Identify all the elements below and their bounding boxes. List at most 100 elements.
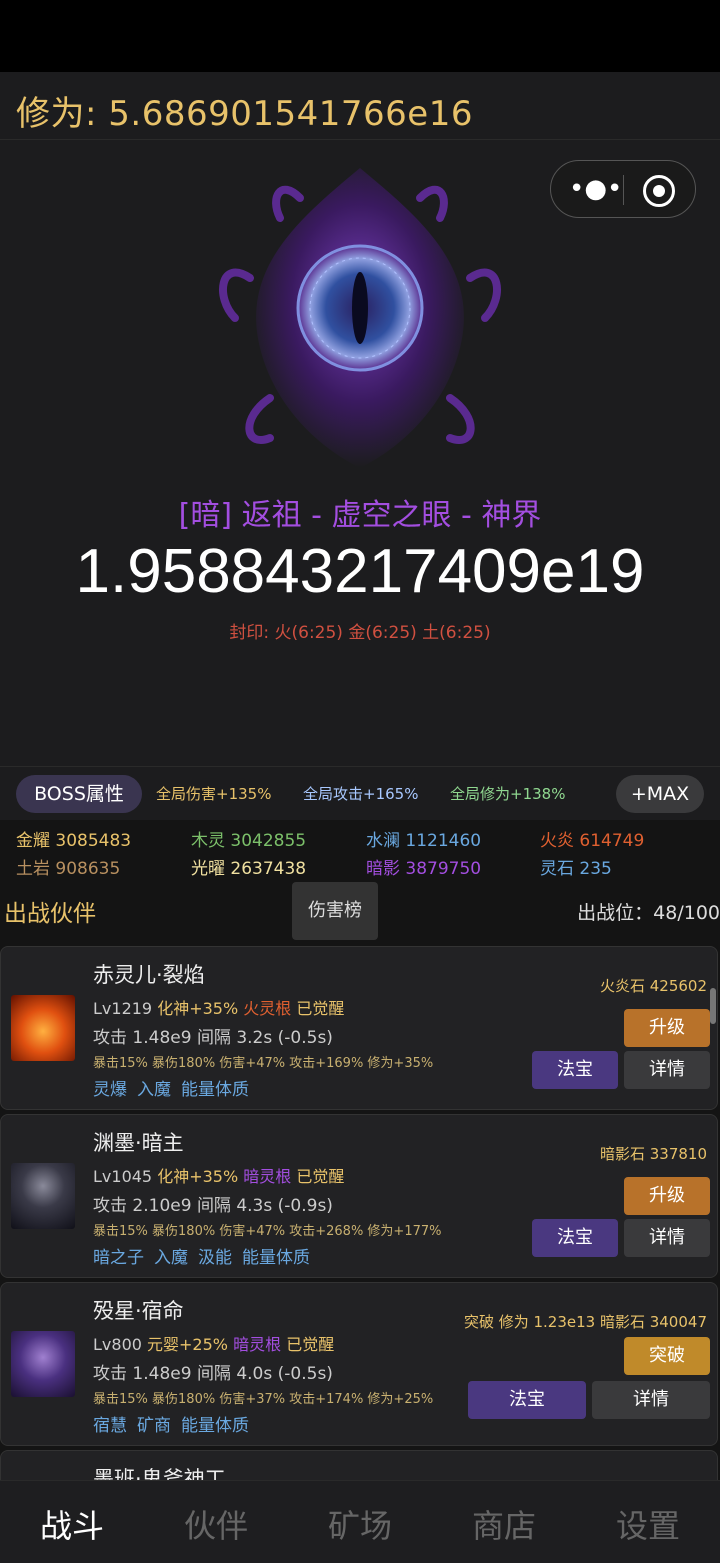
upgrade-button[interactable]: 升级	[624, 1009, 710, 1047]
companion-name: 墨班·鬼斧神工	[93, 1467, 226, 1480]
detail-button[interactable]: 详情	[624, 1051, 710, 1089]
companion-awake: 已觉醒	[286, 1335, 335, 1354]
companion-list[interactable]: 赤灵儿·裂焰 Lv1219 化神+35% 火灵根 已觉醒 攻击 1.48e9 间…	[0, 940, 720, 1480]
resource-value: 3085483	[55, 831, 132, 851]
companion-attack-row: 攻击 2.10e9 间隔 4.3s (-0.9s)	[93, 1191, 333, 1216]
tab-mine[interactable]: 矿场	[288, 1501, 432, 1547]
companion-card[interactable]: 殁星·宿命 Lv800 元婴+25% 暗灵根 已觉醒 攻击 1.48e9 间隔 …	[0, 1282, 718, 1446]
companion-card[interactable]: 墨班·鬼斧神工	[0, 1450, 718, 1480]
companion-tag: 灵爆	[93, 1080, 127, 1100]
boss-area[interactable]: [暗] 返祖 - 虚空之眼 - 神界 1.958843217409e19 封印:…	[0, 140, 720, 766]
resource-item: 暗影 3879750	[366, 854, 481, 879]
resource-label: 暗影	[366, 859, 400, 879]
cultivation-total: 修为: 5.686901541766e16	[16, 94, 473, 134]
companion-level: Lv800	[93, 1335, 142, 1354]
companion-card[interactable]: 赤灵儿·裂焰 Lv1219 化神+35% 火灵根 已觉醒 攻击 1.48e9 间…	[0, 946, 718, 1110]
max-button[interactable]: +MAX	[616, 775, 704, 813]
companion-stone-cost: 火炎石 425602	[599, 977, 707, 995]
companion-tags: 灵爆 入魔 能量体质	[93, 1075, 259, 1100]
resource-item: 木灵 3042855	[191, 826, 306, 851]
buff-bar: BOSS属性 全局伤害+135% 全局攻击+165% 全局修为+138% +MA…	[0, 766, 720, 820]
companion-realm: 化神+35%	[157, 999, 239, 1018]
resource-value: 614749	[579, 831, 645, 851]
companion-tag: 入魔	[137, 1080, 171, 1100]
resource-grid: 金耀 3085483 木灵 3042855 水澜 1121460 火炎 614749 土…	[0, 820, 720, 882]
resource-value: 908635	[55, 859, 121, 879]
companion-level-row: Lv1045 化神+35% 暗灵根 已觉醒	[93, 1163, 344, 1187]
tab-shop[interactable]: 商店	[432, 1501, 576, 1547]
companion-stats: 暴击15% 暴伤180% 伤害+47% 攻击+268% 修为+177%	[93, 1224, 442, 1239]
resource-label: 灵石	[540, 859, 574, 879]
resource-item: 金耀 3085483	[16, 826, 131, 851]
companion-name: 赤灵儿·裂焰	[93, 963, 205, 987]
resource-item: 灵石 235	[540, 854, 612, 879]
target-icon[interactable]	[643, 175, 675, 207]
list-scrollbar[interactable]	[710, 988, 716, 1024]
upgrade-button[interactable]: 升级	[624, 1177, 710, 1215]
fabao-button[interactable]: 法宝	[468, 1381, 586, 1419]
companion-avatar	[11, 995, 75, 1061]
miniprogram-capsule: •●•	[550, 160, 696, 218]
companion-tags: 暗之子 入魔 汲能 能量体质	[93, 1243, 320, 1268]
resource-value: 2637438	[230, 859, 307, 879]
more-dots-icon[interactable]: •●•	[569, 173, 622, 205]
companion-avatar	[11, 1331, 75, 1397]
boss-attr-button[interactable]: BOSS属性	[16, 775, 142, 813]
tab-companions[interactable]: 伙伴	[144, 1501, 288, 1547]
companion-level: Lv1045	[93, 1167, 153, 1186]
resource-label: 水澜	[366, 831, 400, 851]
resource-label: 土岩	[16, 859, 50, 879]
companion-tag: 汲能	[198, 1248, 232, 1268]
companion-tag: 宿慧	[93, 1416, 127, 1436]
companion-breakthrough-cost: 突破 修为 1.23e13 暗影石 340047	[463, 1313, 707, 1331]
boss-hp: 1.958843217409e19	[75, 537, 645, 606]
detail-button[interactable]: 详情	[592, 1381, 710, 1419]
tab-battle[interactable]: 战斗	[0, 1501, 144, 1547]
detail-button[interactable]: 详情	[624, 1219, 710, 1257]
companion-interval: 间隔 3.2s (-0.5s)	[196, 1028, 333, 1048]
resource-item: 水澜 1121460	[366, 826, 481, 851]
resource-value: 3879750	[405, 859, 482, 879]
breakthrough-button[interactable]: 突破	[624, 1337, 710, 1375]
companion-tag: 矿商	[137, 1416, 171, 1436]
deploy-slots: 出战位：48/100	[577, 902, 720, 924]
tab-settings[interactable]: 设置	[576, 1501, 720, 1547]
companion-attack-row: 攻击 1.48e9 间隔 4.0s (-0.5s)	[93, 1359, 333, 1384]
companion-stats: 暴击15% 暴伤180% 伤害+37% 攻击+174% 修为+25%	[93, 1392, 434, 1407]
companion-interval: 间隔 4.0s (-0.5s)	[196, 1364, 333, 1384]
companion-attack-row: 攻击 1.48e9 间隔 3.2s (-0.5s)	[93, 1023, 333, 1048]
companion-card[interactable]: 渊墨·暗主 Lv1045 化神+35% 暗灵根 已觉醒 攻击 2.10e9 间隔…	[0, 1114, 718, 1278]
status-bar	[0, 0, 720, 72]
companion-attack: 攻击 1.48e9	[93, 1028, 192, 1048]
companion-level-row: Lv800 元婴+25% 暗灵根 已觉醒	[93, 1331, 334, 1355]
boss-image[interactable]	[210, 158, 510, 478]
companion-tags: 宿慧 矿商 能量体质	[93, 1411, 259, 1436]
fabao-button[interactable]: 法宝	[532, 1051, 618, 1089]
companion-avatar	[11, 1163, 75, 1229]
companion-tag: 暗之子	[93, 1248, 144, 1268]
global-attack-buff: 全局攻击+165%	[303, 785, 419, 803]
companion-root: 火灵根	[243, 999, 292, 1018]
companion-level-row: Lv1219 化神+35% 火灵根 已觉醒	[93, 995, 344, 1019]
companion-tag: 能量体质	[181, 1080, 249, 1100]
companion-tag: 入魔	[154, 1248, 188, 1268]
companion-attack: 攻击 2.10e9	[93, 1196, 192, 1216]
resource-value: 1121460	[405, 831, 482, 851]
companion-root: 暗灵根	[243, 1167, 292, 1186]
global-damage-buff: 全局伤害+135%	[156, 785, 272, 803]
header: 修为: 5.686901541766e16	[0, 72, 720, 140]
fabao-button[interactable]: 法宝	[532, 1219, 618, 1257]
companion-attack: 攻击 1.48e9	[93, 1364, 192, 1384]
companion-name: 殁星·宿命	[93, 1299, 184, 1323]
bottom-nav: 战斗 伙伴 矿场 商店 设置	[0, 1480, 720, 1563]
companion-tag: 能量体质	[242, 1248, 310, 1268]
companion-realm: 元婴+25%	[147, 1335, 228, 1354]
companion-level: Lv1219	[93, 999, 153, 1018]
companion-stats: 暴击15% 暴伤180% 伤害+47% 攻击+169% 修为+35%	[93, 1056, 434, 1071]
companion-interval: 间隔 4.3s (-0.9s)	[196, 1196, 333, 1216]
damage-ranking-button[interactable]: 伤害榜	[292, 882, 378, 940]
resource-label: 火炎	[540, 831, 574, 851]
team-title: 出战伙伴	[4, 901, 96, 927]
resource-item: 土岩 908635	[16, 854, 120, 879]
team-header: 出战伙伴 伤害榜 出战位：48/100	[0, 882, 720, 940]
